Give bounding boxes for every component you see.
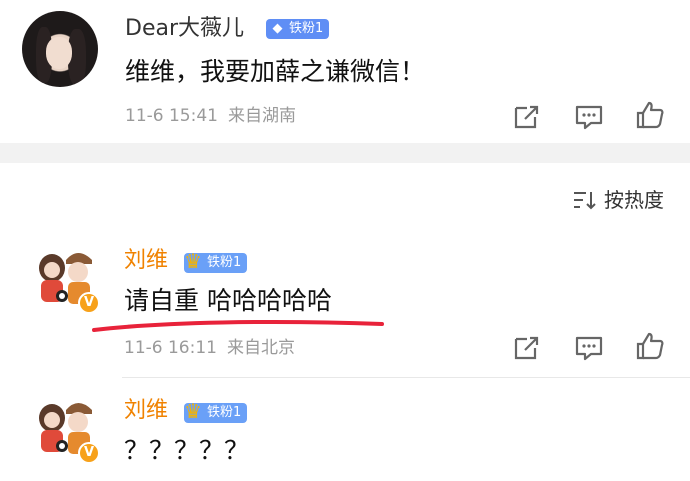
post-location: 来自湖南: [227, 106, 296, 126]
post-content: 维维，我要加薛之谦微信！: [125, 57, 426, 86]
post-meta: 11-6 15:41 来自湖南: [125, 106, 296, 126]
red-underline-annotation: [92, 320, 384, 332]
fan-badge[interactable]: ♛ 铁粉1: [184, 249, 248, 273]
fan-badge-label: 铁粉1: [207, 405, 242, 420]
sort-icon: [574, 192, 596, 210]
crown-icon: ♛: [184, 399, 202, 423]
verified-v-icon: V: [78, 442, 100, 464]
fan-badge[interactable]: ♛ 铁粉1: [184, 399, 248, 423]
post-username[interactable]: Dear大薇儿: [125, 16, 244, 42]
sort-button[interactable]: 按热度: [572, 188, 664, 212]
comment-username[interactable]: 刘维: [124, 398, 168, 424]
share-icon[interactable]: [512, 333, 542, 363]
fan-badge[interactable]: ◆ 铁粉1: [266, 19, 330, 39]
comment-content: ？？？？？: [124, 436, 250, 465]
post-time: 11-6 15:41: [125, 106, 218, 126]
diamond-icon: ◆: [272, 21, 283, 36]
fan-badge-label: 铁粉1: [207, 255, 242, 270]
comment-username[interactable]: 刘维: [124, 248, 168, 274]
crown-icon: ♛: [184, 249, 202, 273]
comment-content: 请自重 哈哈哈哈哈: [124, 286, 332, 315]
comment-time: 11-6 16:11: [124, 338, 217, 358]
comment-icon[interactable]: [574, 333, 604, 363]
comment-meta: 11-6 16:11 来自北京: [124, 338, 295, 358]
comment-icon[interactable]: [574, 102, 604, 132]
share-icon[interactable]: [512, 102, 542, 132]
comment-location: 来自北京: [226, 338, 295, 358]
avatar-face: [46, 37, 72, 69]
section-divider: [0, 143, 690, 163]
post-card: Dear大薇儿 ◆ 铁粉1 维维，我要加薛之谦微信！ 11-6 15:41 来自湖…: [0, 0, 690, 143]
avatar[interactable]: [22, 11, 98, 87]
comment-separator: [122, 377, 690, 378]
thumbs-up-icon[interactable]: [635, 331, 665, 361]
thumbs-up-icon[interactable]: [635, 100, 665, 130]
fan-badge-label: 铁粉1: [289, 21, 324, 36]
sort-label: 按热度: [604, 188, 664, 212]
verified-v-icon: V: [78, 292, 100, 314]
